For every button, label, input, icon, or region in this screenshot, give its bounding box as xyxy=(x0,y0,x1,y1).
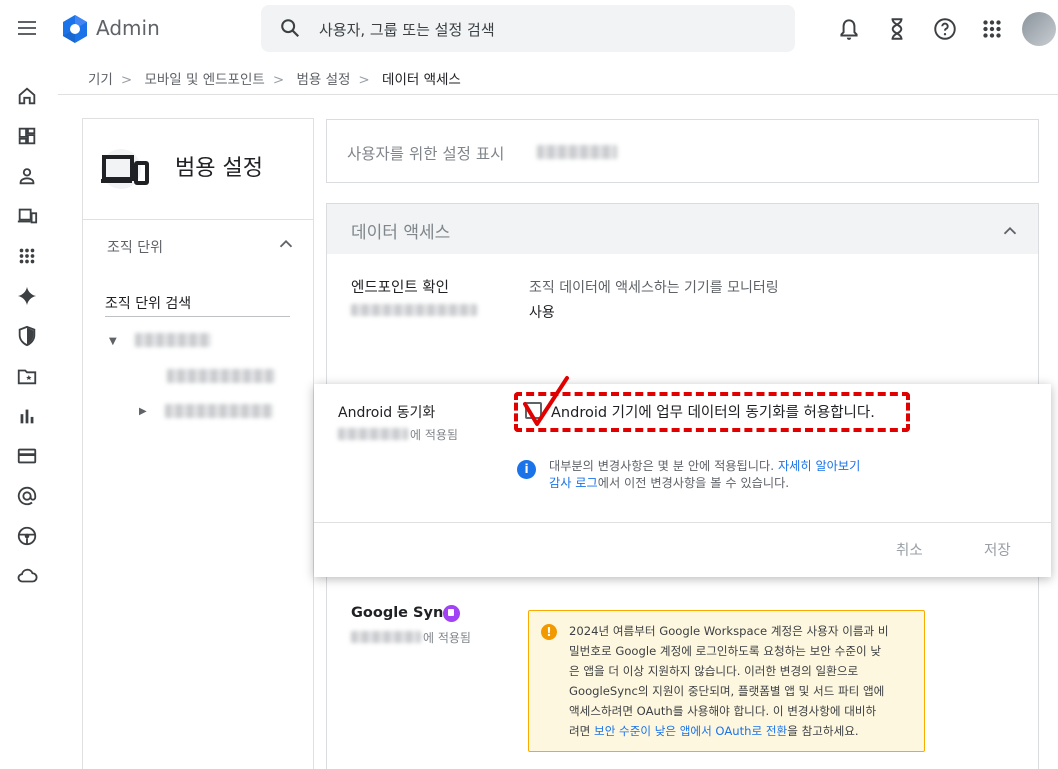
help-icon[interactable] xyxy=(932,16,958,42)
org-unit-panel: 범용 설정 조직 단위 조직 단위 검색 ▼ ▶ xyxy=(82,118,314,769)
devices-icon xyxy=(101,149,149,189)
audit-log-link[interactable]: 감사 로그 xyxy=(549,476,598,490)
apps-icon[interactable] xyxy=(16,245,38,267)
chevron-up-icon[interactable] xyxy=(275,233,297,255)
rules-steering-icon[interactable] xyxy=(16,525,38,547)
hourglass-tasks-icon[interactable] xyxy=(884,16,910,42)
org-unit-search-input[interactable]: 조직 단위 검색 xyxy=(105,291,290,317)
endpoint-verification-title[interactable]: 엔드포인트 확인 xyxy=(351,276,449,297)
section-title: 데이터 액세스 xyxy=(351,223,451,243)
google-sync-title[interactable]: Google Sync xyxy=(351,605,452,621)
redacted-applied-to xyxy=(351,304,477,316)
account-avatar[interactable] xyxy=(1022,12,1056,46)
tree-expand-down-icon[interactable]: ▼ xyxy=(109,336,117,347)
learn-more-link[interactable]: 자세히 알아보기 xyxy=(778,459,860,473)
org-unit-child[interactable] xyxy=(165,404,273,418)
section-header[interactable]: 데이터 액세스 xyxy=(327,204,1038,254)
android-sync-applied: 에 적용됨 xyxy=(410,428,458,442)
apps-grid-icon[interactable] xyxy=(979,16,1005,42)
account-at-icon[interactable] xyxy=(16,485,38,507)
redacted-applied-to xyxy=(338,428,408,440)
save-button[interactable]: 저장 xyxy=(984,539,1011,560)
android-sync-title: Android 동기화 xyxy=(338,405,436,421)
google-sync-warning: ! 2024년 여름부터 Google Workspace 계정은 사용자 이름… xyxy=(528,610,925,752)
search-bar[interactable]: 사용자, 그룹 또는 설정 검색 xyxy=(261,5,795,52)
tree-expand-right-icon[interactable]: ▶ xyxy=(139,406,147,417)
gemini-sparkle-icon[interactable] xyxy=(16,285,38,307)
notifications-bell-icon[interactable] xyxy=(836,16,862,42)
org-unit-child[interactable] xyxy=(167,369,275,383)
panel-title: 범용 설정 xyxy=(175,156,263,181)
breadcrumb-mobile-endpoints[interactable]: 모바일 및 엔드포인트 xyxy=(144,72,264,88)
dashboard-icon[interactable] xyxy=(16,125,38,147)
warning-text: 2024년 여름부터 Google Workspace 계정은 사용자 이름과 … xyxy=(569,624,889,738)
search-input[interactable]: 사용자, 그룹 또는 설정 검색 xyxy=(319,19,495,40)
security-shield-icon[interactable] xyxy=(16,325,38,347)
users-icon[interactable] xyxy=(16,165,38,187)
search-icon xyxy=(281,19,300,38)
devices-icon[interactable] xyxy=(16,205,38,227)
display-settings-card: 사용자를 위한 설정 표시 xyxy=(326,119,1039,183)
cancel-button[interactable]: 취소 xyxy=(896,539,923,560)
reports-chart-icon[interactable] xyxy=(16,405,38,427)
home-icon[interactable] xyxy=(16,85,38,107)
divider xyxy=(83,219,313,220)
breadcrumb: 기기 > 모바일 및 엔드포인트 > 범용 설정 > 데이터 액세스 xyxy=(88,72,461,88)
flag-icon xyxy=(443,605,460,622)
chevron-up-icon[interactable] xyxy=(999,220,1021,242)
redacted-applied-to xyxy=(351,631,421,643)
main-menu-icon[interactable] xyxy=(18,17,44,41)
breadcrumb-universal-settings[interactable]: 범용 설정 xyxy=(296,72,350,88)
google-sync-applied: 에 적용됨 xyxy=(423,631,471,645)
billing-card-icon[interactable] xyxy=(16,445,38,467)
info-icon: i xyxy=(517,460,536,479)
redacted-text xyxy=(537,145,617,159)
breadcrumb-data-access: 데이터 액세스 xyxy=(382,72,461,88)
android-sync-editor: Android 동기화 에 적용됨 Android 기기에 업무 데이터의 동기… xyxy=(314,376,1051,577)
breadcrumb-devices[interactable]: 기기 xyxy=(88,72,113,88)
divider xyxy=(314,522,1051,523)
android-sync-checkbox-label[interactable]: Android 기기에 업무 데이터의 동기화를 허용합니다. xyxy=(551,401,875,422)
org-unit-root[interactable] xyxy=(135,333,211,347)
admin-logo-icon xyxy=(63,15,87,43)
app-name: Admin xyxy=(96,16,160,40)
oauth-migration-link[interactable]: 보안 수준이 낮은 앱에서 OAuth로 전환 xyxy=(594,724,787,738)
cloud-icon[interactable] xyxy=(16,565,38,587)
info-text: 대부분의 변경사항은 몇 분 안에 적용됩니다. 자세히 알아보기 감사 로그에… xyxy=(549,459,861,490)
warning-icon: ! xyxy=(541,624,557,640)
divider xyxy=(58,94,1058,95)
top-bar: Admin 사용자, 그룹 또는 설정 검색 xyxy=(0,0,1058,58)
display-for-users-label: 사용자를 위한 설정 표시 xyxy=(347,145,505,163)
starred-folder-icon[interactable] xyxy=(16,365,38,387)
endpoint-verification-value: 사용 xyxy=(529,305,555,321)
android-sync-checkbox[interactable] xyxy=(525,402,542,419)
endpoint-verification-description: 조직 데이터에 액세스하는 기기를 모니터링 xyxy=(529,280,779,296)
org-unit-label: 조직 단위 xyxy=(107,240,163,256)
